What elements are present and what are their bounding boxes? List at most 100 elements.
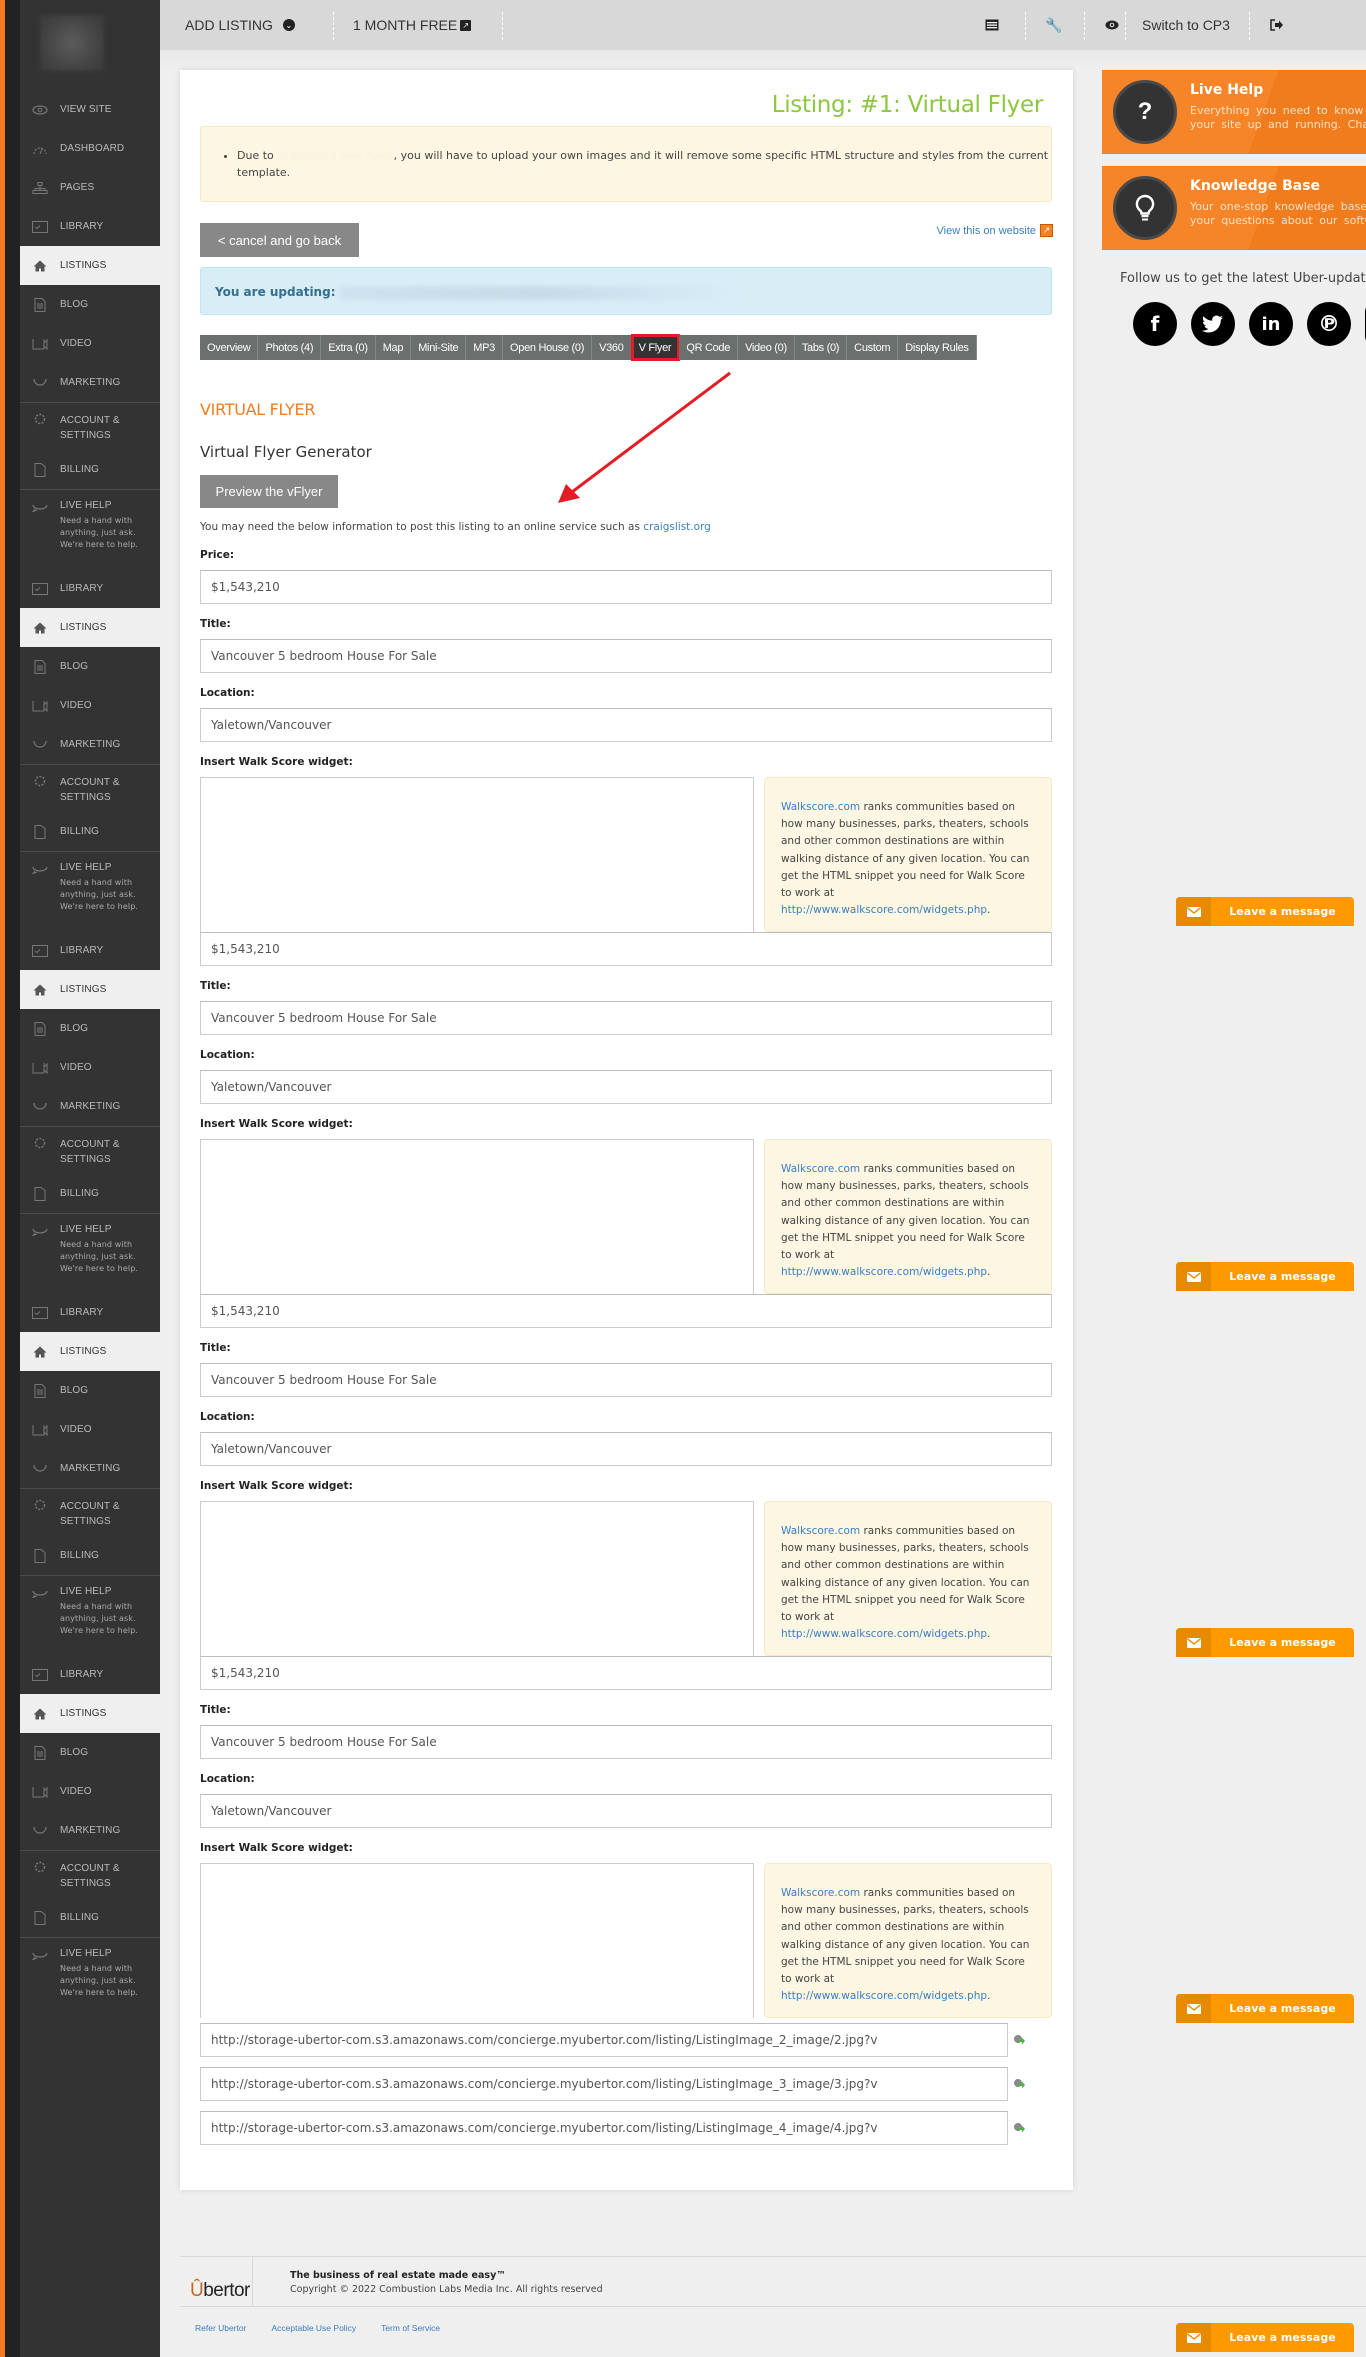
sidebar-item-billing[interactable]: BILLING <box>20 812 160 851</box>
live-help-card[interactable]: ? Live Help Everything you need to know y… <box>1102 70 1366 154</box>
listing-view-button[interactable] <box>985 0 999 50</box>
tab-overview[interactable]: Overview <box>200 335 259 360</box>
sidebar-item-dashboard[interactable]: DASHBOARD <box>20 129 160 168</box>
walkscore-textarea[interactable] <box>200 1863 754 2018</box>
walkscore-link[interactable]: Walkscore.com <box>781 801 860 813</box>
twitter-icon[interactable] <box>1191 302 1235 346</box>
sidebar-item-account-settings[interactable]: ACCOUNT & SETTINGS <box>20 1850 160 1898</box>
leave-message-button[interactable]: Leave a message <box>1176 1628 1354 1657</box>
sidebar-item-blog[interactable]: BLOG <box>20 1733 160 1772</box>
sidebar-item-live-help[interactable]: LIVE HELP Need a hand with anything, just … <box>20 1937 160 2017</box>
walkscore-widgets-link[interactable]: http://www.walkscore.com/widgets.php <box>781 1628 987 1640</box>
image-url-input[interactable]: http://storage-ubertor-com.s3.amazonaws.… <box>200 2023 1008 2057</box>
sidebar-item-billing[interactable]: BILLING <box>20 1536 160 1575</box>
copy-link-icon[interactable] <box>1012 2121 1026 2135</box>
sidebar-item-video[interactable]: VIDEO <box>20 324 160 363</box>
sidebar-item-library[interactable]: LIBRARY <box>20 569 160 608</box>
title-input[interactable]: Vancouver 5 bedroom House For Sale <box>200 639 1052 673</box>
tab-video-0[interactable]: Video (0) <box>738 335 795 360</box>
walkscore-link[interactable]: Walkscore.com <box>781 1525 860 1537</box>
craigslist-rules-link[interactable]: Craigslist's new rules <box>277 149 393 162</box>
sidebar-item-live-help[interactable]: LIVE HELP Need a hand with anything, just … <box>20 1575 160 1655</box>
leave-message-button[interactable]: Leave a message <box>1176 2323 1354 2352</box>
location-input[interactable]: Yaletown/Vancouver <box>200 708 1052 742</box>
acceptable-use-policy-link[interactable]: Acceptable Use Policy <box>272 2323 357 2333</box>
linkedin-icon[interactable]: in <box>1249 302 1293 346</box>
sidebar-item-billing[interactable]: BILLING <box>20 1174 160 1213</box>
preview-site-button[interactable] <box>1105 0 1119 50</box>
tab-v360[interactable]: V360 <box>592 335 632 360</box>
pinterest-icon[interactable]: ℗ <box>1307 302 1351 346</box>
site-logo[interactable] <box>40 15 104 71</box>
sidebar-item-live-help[interactable]: LIVE HELP Need a hand with anything, just … <box>20 489 160 569</box>
tab-v-flyer[interactable]: V Flyer <box>630 334 681 361</box>
sidebar-item-blog[interactable]: BLOG <box>20 1371 160 1410</box>
walkscore-textarea[interactable] <box>200 1139 754 1294</box>
facebook-icon[interactable]: f <box>1133 302 1177 346</box>
title-input[interactable]: Vancouver 5 bedroom House For Sale <box>200 1363 1052 1397</box>
walkscore-textarea[interactable] <box>200 777 754 932</box>
refer-ubertor-link[interactable]: Refer Ubertor <box>195 2323 247 2333</box>
location-input[interactable]: Yaletown/Vancouver <box>200 1070 1052 1104</box>
sidebar-item-library[interactable]: LIBRARY <box>20 207 160 246</box>
sidebar-item-marketing[interactable]: MARKETING <box>20 363 160 402</box>
copy-link-icon[interactable] <box>1012 2077 1026 2091</box>
sidebar-item-marketing[interactable]: MARKETING <box>20 1087 160 1126</box>
sidebar-item-view-site[interactable]: VIEW SITE <box>20 90 160 129</box>
sidebar-item-library[interactable]: LIBRARY <box>20 1655 160 1694</box>
tab-mp3[interactable]: MP3 <box>466 335 503 360</box>
tab-display-rules[interactable]: Display Rules <box>898 335 977 360</box>
price-input[interactable]: $1,543,210 <box>200 1294 1052 1328</box>
walkscore-textarea[interactable] <box>200 1501 754 1656</box>
sidebar-item-account-settings[interactable]: ACCOUNT & SETTINGS <box>20 764 160 812</box>
tab-custom[interactable]: Custom <box>847 335 899 360</box>
tab-tabs-0[interactable]: Tabs (0) <box>794 335 848 360</box>
terms-of-service-link[interactable]: Term of Service <box>381 2323 440 2333</box>
sidebar-item-billing[interactable]: BILLING <box>20 450 160 489</box>
tab-photos-4[interactable]: Photos (4) <box>258 335 322 360</box>
walkscore-widgets-link[interactable]: http://www.walkscore.com/widgets.php <box>781 904 987 916</box>
knowledge-base-card[interactable]: Knowledge Base Your one-stop knowledge b… <box>1102 166 1366 250</box>
sidebar-item-video[interactable]: VIDEO <box>20 1772 160 1811</box>
craigslist-link[interactable]: craigslist.org <box>643 521 711 533</box>
image-url-input[interactable]: http://storage-ubertor-com.s3.amazonaws.… <box>200 2067 1008 2101</box>
sidebar-item-listings[interactable]: LISTINGS <box>20 1332 160 1371</box>
tools-button[interactable]: 🔧 <box>1045 0 1062 50</box>
location-input[interactable]: Yaletown/Vancouver <box>200 1432 1052 1466</box>
sidebar-item-billing[interactable]: BILLING <box>20 1898 160 1937</box>
preview-vflyer-button[interactable]: Preview the vFlyer <box>200 475 338 508</box>
price-input[interactable]: $1,543,210 <box>200 570 1052 604</box>
sidebar-item-library[interactable]: LIBRARY <box>20 1293 160 1332</box>
sidebar-item-account-settings[interactable]: ACCOUNT & SETTINGS <box>20 1126 160 1174</box>
tab-map[interactable]: Map <box>375 335 412 360</box>
sidebar-item-video[interactable]: VIDEO <box>20 1048 160 1087</box>
cancel-button[interactable]: < cancel and go back <box>200 223 359 257</box>
sidebar-item-live-help[interactable]: LIVE HELP Need a hand with anything, just … <box>20 1213 160 1293</box>
leave-message-button[interactable]: Leave a message <box>1176 1262 1354 1291</box>
logout-button[interactable] <box>1270 0 1283 50</box>
title-input[interactable]: Vancouver 5 bedroom House For Sale <box>200 1725 1052 1759</box>
month-free-link[interactable]: 1 MONTH FREE ↗ <box>353 0 472 50</box>
sidebar-item-marketing[interactable]: MARKETING <box>20 1811 160 1850</box>
sidebar-item-marketing[interactable]: MARKETING <box>20 1449 160 1488</box>
view-on-website-link[interactable]: View this on website ↗ <box>937 224 1053 237</box>
tab-qr-code[interactable]: QR Code <box>679 335 739 360</box>
price-input[interactable]: $1,543,210 <box>200 1656 1052 1690</box>
sidebar-item-account-settings[interactable]: ACCOUNT & SETTINGS <box>20 402 160 450</box>
sidebar-item-library[interactable]: LIBRARY <box>20 931 160 970</box>
image-url-input[interactable]: http://storage-ubertor-com.s3.amazonaws.… <box>200 2111 1008 2145</box>
sidebar-item-listings[interactable]: LISTINGS <box>20 1694 160 1733</box>
tab-open-house-0[interactable]: Open House (0) <box>503 335 593 360</box>
leave-message-button[interactable]: Leave a message <box>1176 1994 1354 2023</box>
sidebar-item-blog[interactable]: BLOG <box>20 1009 160 1048</box>
sidebar-item-video[interactable]: VIDEO <box>20 686 160 725</box>
location-input[interactable]: Yaletown/Vancouver <box>200 1794 1052 1828</box>
walkscore-widgets-link[interactable]: http://www.walkscore.com/widgets.php <box>781 1990 987 2002</box>
switch-cp3-button[interactable]: Switch to CP3 <box>1142 0 1230 50</box>
walkscore-widgets-link[interactable]: http://www.walkscore.com/widgets.php <box>781 1266 987 1278</box>
walkscore-link[interactable]: Walkscore.com <box>781 1163 860 1175</box>
sidebar-item-live-help[interactable]: LIVE HELP Need a hand with anything, just … <box>20 851 160 931</box>
tab-extra-0[interactable]: Extra (0) <box>321 335 376 360</box>
copy-link-icon[interactable] <box>1012 2033 1026 2047</box>
price-input[interactable]: $1,543,210 <box>200 932 1052 966</box>
